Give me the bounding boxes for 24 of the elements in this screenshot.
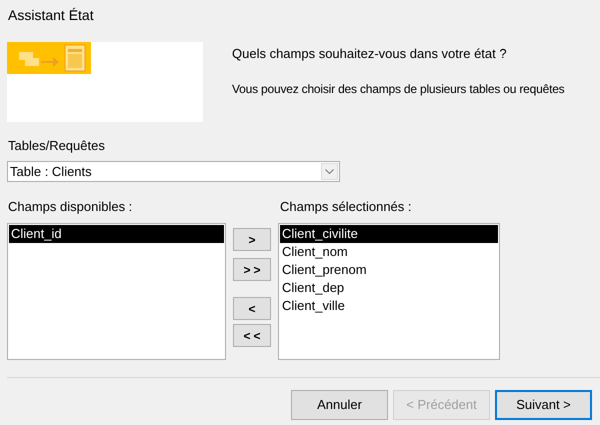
field-label: Tables/Requêtes	[8, 137, 105, 155]
field-item[interactable]: Client_dep	[280, 279, 498, 297]
window-title: Assistant État	[8, 6, 94, 25]
move-button[interactable]: >>	[233, 258, 271, 281]
field-item[interactable]: Client_nom	[280, 243, 498, 261]
field-list[interactable]: Client_id	[7, 223, 226, 360]
move-button[interactable]: >	[233, 228, 271, 251]
field-item[interactable]: Client_prenom	[280, 261, 498, 279]
move-button[interactable]: <	[233, 297, 271, 320]
dropdown-value: Table : Clients	[10, 162, 92, 181]
intro-text: Vous pouvez choisir des champs de plusieurs tables ou requêtes	[232, 81, 564, 98]
intro-text: Quels champs souhaitez-vous dans votre état ?	[232, 45, 507, 63]
chevron-down-icon	[325, 169, 334, 174]
field-list[interactable]: Client_civilite Client_nom Client_prenom Client_dep Client_ville	[278, 223, 500, 360]
field-item[interactable]: Client_civilite	[280, 225, 498, 243]
wizard-button[interactable]: Suivant >	[495, 390, 592, 420]
field-item[interactable]: Client_id	[9, 225, 224, 243]
move-button[interactable]: <<	[233, 324, 271, 347]
field-label: Champs sélectionnés :	[280, 198, 412, 216]
wizard-button[interactable]: Annuler	[291, 390, 388, 420]
field-label: Champs disponibles :	[8, 198, 132, 216]
table-to-report-icon	[7, 42, 91, 74]
table-dropdown[interactable]: Table : Clients	[7, 161, 340, 182]
field-item[interactable]: Client_ville	[280, 297, 498, 315]
